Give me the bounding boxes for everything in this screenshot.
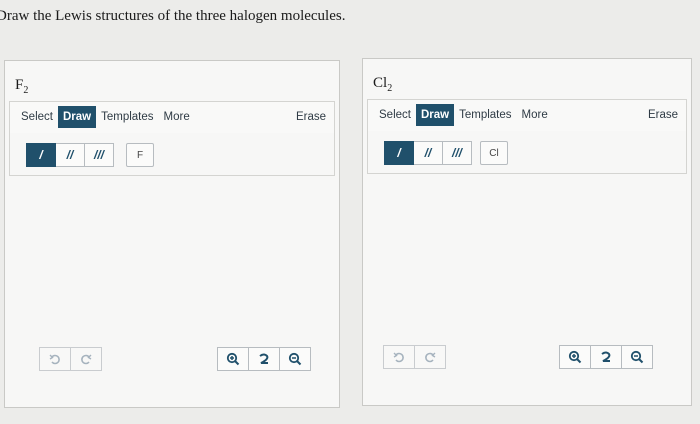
double-bond-button[interactable]: // — [56, 143, 85, 167]
reset-zoom-icon — [601, 351, 611, 362]
tab-templates[interactable]: Templates — [454, 104, 516, 126]
atom-f-button[interactable]: F — [126, 143, 154, 167]
question-text: Draw the Lewis structures of the three h… — [0, 8, 346, 24]
drawing-panel-cl2: Cl2 Select Draw Templates More Erase / /… — [362, 58, 692, 406]
double-bond-button[interactable]: // — [414, 141, 443, 165]
zoom-in-icon — [568, 350, 582, 364]
erase-button[interactable]: Erase — [296, 102, 326, 132]
zoom-in-button[interactable] — [217, 347, 249, 371]
tab-draw[interactable]: Draw — [57, 106, 97, 128]
tab-templates[interactable]: Templates — [96, 106, 158, 128]
formula-label: F2 — [15, 77, 29, 96]
undo-icon — [393, 352, 404, 363]
redo-button[interactable] — [71, 347, 102, 371]
zoom-out-button[interactable] — [622, 345, 653, 369]
zoom-out-icon — [630, 350, 644, 364]
tab-more[interactable]: More — [517, 104, 553, 126]
erase-button[interactable]: Erase — [648, 100, 678, 130]
draw-tools-row: / // /// Cl — [367, 131, 687, 174]
redo-icon — [81, 354, 92, 365]
redo-icon — [425, 352, 436, 363]
undo-button[interactable] — [383, 345, 415, 369]
draw-tools-row: / // /// F — [9, 133, 335, 176]
atom-cl-button[interactable]: Cl — [480, 141, 508, 165]
single-bond-button[interactable]: / — [26, 143, 56, 167]
tab-draw[interactable]: Draw — [415, 104, 455, 126]
triple-bond-button[interactable]: /// — [85, 143, 114, 167]
drawing-panel-f2: F2 Select Draw Templates More Erase / //… — [4, 60, 340, 408]
editor-toolbar: Select Draw Templates More Erase — [9, 101, 335, 135]
reset-zoom-button[interactable] — [591, 345, 622, 369]
undo-icon — [49, 354, 60, 365]
zoom-out-icon — [288, 352, 302, 366]
zoom-in-icon — [226, 352, 240, 366]
zoom-in-button[interactable] — [559, 345, 591, 369]
triple-bond-button[interactable]: /// — [443, 141, 472, 165]
redo-button[interactable] — [415, 345, 446, 369]
tab-select[interactable]: Select — [16, 106, 58, 128]
tab-more[interactable]: More — [159, 106, 195, 128]
single-bond-button[interactable]: / — [384, 141, 414, 165]
editor-toolbar: Select Draw Templates More Erase — [367, 99, 687, 133]
zoom-out-button[interactable] — [280, 347, 311, 371]
formula-label: Cl2 — [373, 75, 393, 94]
tab-select[interactable]: Select — [374, 104, 416, 126]
reset-zoom-button[interactable] — [249, 347, 280, 371]
reset-zoom-icon — [259, 353, 269, 364]
undo-button[interactable] — [39, 347, 71, 371]
